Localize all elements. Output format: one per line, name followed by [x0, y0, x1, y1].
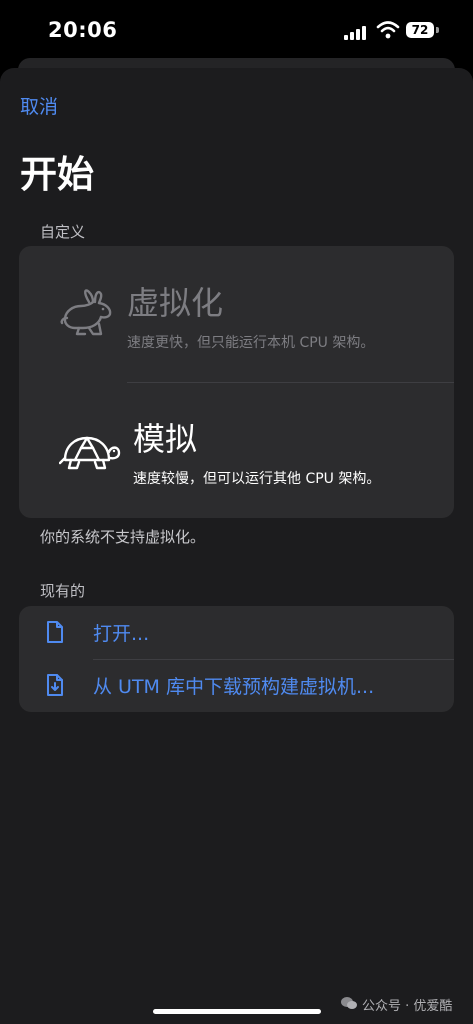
rabbit-icon — [60, 289, 112, 336]
page-title: 开始 — [20, 153, 94, 196]
download-from-gallery-label: 从 UTM 库中下载预构建虚拟机... — [93, 676, 375, 698]
virtualization-unsupported-note: 你的系统不支持虚拟化。 — [40, 528, 206, 546]
virtualize-option[interactable]: 虚拟化 速度更快，但只能运行本机 CPU 架构。 — [19, 246, 454, 382]
section-header-custom: 自定义 — [40, 223, 86, 241]
wifi-icon — [376, 21, 400, 39]
cancel-button[interactable]: 取消 — [20, 92, 58, 119]
document-icon — [47, 621, 63, 643]
turtle-icon — [59, 436, 121, 470]
battery-tip — [436, 27, 439, 33]
custom-options-card: 虚拟化 速度更快，但只能运行本机 CPU 架构。 模拟 速度较慢，但可以运行其他… — [19, 246, 454, 518]
emulate-option-description: 速度较慢，但可以运行其他 CPU 架构。 — [133, 471, 381, 487]
virtualize-option-title: 虚拟化 — [127, 284, 224, 322]
existing-options-card: 打开... 从 UTM 库中下载预构建虚拟机... — [19, 606, 454, 712]
open-existing-label: 打开... — [93, 623, 150, 645]
virtualize-option-description: 速度更快，但只能运行本机 CPU 架构。 — [127, 335, 375, 351]
watermark-text: 公众号 · 优爱酷 — [362, 999, 453, 1014]
status-time: 20:06 — [48, 18, 118, 42]
download-from-gallery-row[interactable]: 从 UTM 库中下载预构建虚拟机... — [19, 659, 454, 712]
battery-icon: 72 — [406, 22, 434, 38]
status-bar: 20:06 72 — [0, 0, 473, 64]
wechat-icon — [341, 997, 357, 1009]
emulate-option[interactable]: 模拟 速度较慢，但可以运行其他 CPU 架构。 — [19, 382, 454, 518]
document-download-icon — [47, 674, 63, 696]
cellular-signal-icon — [344, 24, 370, 40]
emulate-option-title: 模拟 — [133, 420, 198, 458]
open-existing-row[interactable]: 打开... — [19, 606, 454, 659]
section-header-existing: 现有的 — [40, 582, 86, 600]
home-indicator[interactable] — [153, 1009, 321, 1014]
